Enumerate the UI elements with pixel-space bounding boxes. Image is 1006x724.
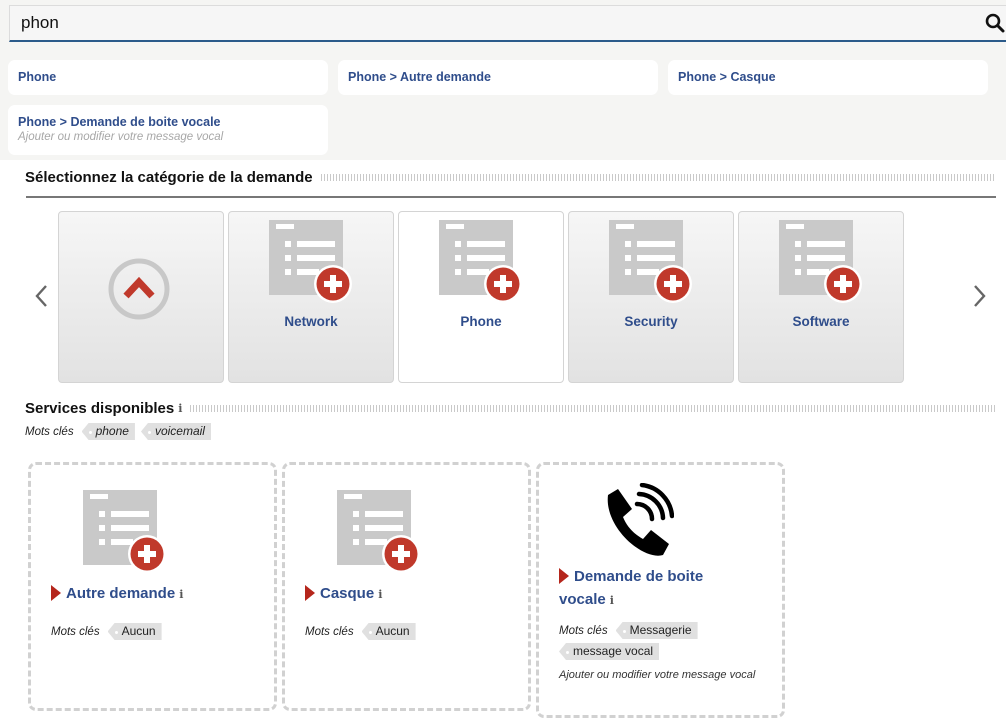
services-section-title: Services disponibles	[25, 400, 175, 417]
keywords-label: Mots clés	[51, 625, 100, 638]
search-bar	[9, 5, 1006, 42]
keyword-tag: Aucun	[361, 623, 416, 640]
search-suggestion[interactable]: Phone	[8, 60, 328, 95]
chevron-left-icon	[35, 285, 47, 307]
keyword-tag[interactable]: phone	[81, 423, 135, 440]
services-keywords: Mots clés phone voicemail	[25, 423, 211, 440]
info-icon[interactable]: i	[179, 588, 183, 601]
triangle-right-icon	[51, 585, 61, 601]
keyword-tag: Messagerie	[615, 622, 698, 639]
info-icon[interactable]: i	[610, 594, 614, 607]
service-list-add-icon	[83, 490, 173, 585]
category-section-title: Sélectionnez la catégorie de la demande	[25, 169, 313, 186]
category-card-parent[interactable]	[58, 211, 224, 383]
triangle-right-icon	[559, 568, 569, 584]
suggestion-title: Phone > Autre demande	[348, 70, 491, 84]
suggestion-title: Phone	[18, 70, 57, 84]
chevron-right-icon	[974, 285, 986, 307]
keyword-tag: Aucun	[107, 623, 162, 640]
service-list-add-icon	[609, 220, 699, 315]
suggestion-title: Phone > Demande de boite vocale	[18, 115, 221, 129]
service-list-add-icon	[269, 220, 359, 315]
keywords-label: Mots clés	[25, 425, 74, 438]
service-keywords: Mots clés Aucun	[51, 623, 162, 640]
section-divider	[26, 196, 996, 198]
search-suggestion[interactable]: Phone > Casque	[668, 60, 988, 95]
search-input[interactable]	[10, 6, 981, 40]
category-card-network[interactable]: Network	[228, 211, 394, 383]
service-description: Ajouter ou modifier votre message vocal	[559, 669, 756, 681]
category-label: Software	[792, 314, 850, 329]
service-keywords: Mots clés Messagerie message vocal	[559, 622, 759, 660]
category-card-software[interactable]: Software	[738, 211, 904, 383]
service-list-add-icon	[337, 490, 427, 585]
service-title[interactable]: Casque i	[305, 582, 505, 606]
carousel-next-button[interactable]	[968, 270, 992, 322]
service-title-text: Demande de boite	[574, 568, 704, 585]
service-list-add-icon	[439, 220, 529, 315]
search-suggestion[interactable]: Phone > Demande de boite vocale Ajouter …	[8, 105, 328, 155]
category-label: Security	[624, 314, 678, 329]
service-title[interactable]: Demande de boite vocale i	[559, 565, 759, 612]
carousel-prev-button[interactable]	[30, 270, 54, 322]
search-icon[interactable]	[985, 13, 1005, 38]
category-label: Network	[284, 314, 338, 329]
keywords-label: Mots clés	[559, 624, 608, 637]
keyword-tag: message vocal	[559, 643, 660, 660]
hatch-divider	[320, 174, 996, 181]
info-icon[interactable]: i	[178, 402, 182, 415]
category-label: Phone	[460, 314, 502, 329]
service-keywords: Mots clés Aucun	[305, 623, 416, 640]
service-title-text: Autre demande	[66, 585, 176, 602]
service-card-autre-demande[interactable]: Autre demande i Mots clés Aucun	[28, 462, 277, 711]
suggestion-description: Ajouter ou modifier votre message vocal	[18, 131, 224, 143]
service-card-casque[interactable]: Casque i Mots clés Aucun	[282, 462, 531, 711]
info-icon[interactable]: i	[378, 588, 382, 601]
category-card-security[interactable]: Security	[568, 211, 734, 383]
phone-ringing-icon	[594, 482, 675, 568]
chevron-up-circle-icon	[107, 257, 171, 326]
suggestion-title: Phone > Casque	[678, 70, 776, 84]
hatch-divider	[190, 405, 996, 412]
service-title[interactable]: Autre demande i	[51, 582, 251, 606]
triangle-right-icon	[305, 585, 315, 601]
service-card-demande-boite-vocale[interactable]: Demande de boite vocale i Mots clés Messa…	[536, 462, 785, 718]
service-title-text: vocale	[559, 591, 606, 608]
service-list-add-icon	[779, 220, 869, 315]
services-section-header: Services disponibles i	[25, 400, 996, 417]
category-card-phone[interactable]: Phone	[398, 211, 564, 383]
search-suggestion[interactable]: Phone > Autre demande	[338, 60, 658, 95]
service-title-text: Casque	[320, 585, 375, 602]
keywords-label: Mots clés	[305, 625, 354, 638]
category-section-header: Sélectionnez la catégorie de la demande	[25, 169, 996, 186]
keyword-tag[interactable]: voicemail	[140, 423, 211, 440]
